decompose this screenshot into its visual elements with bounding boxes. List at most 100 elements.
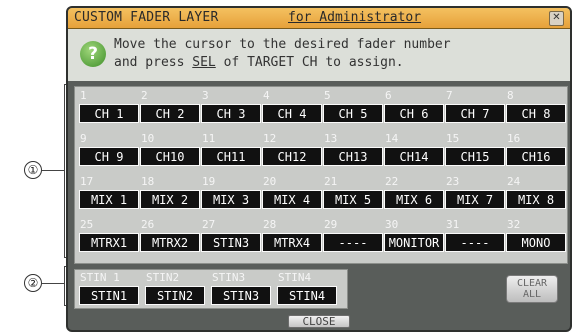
fader-number: 18 bbox=[141, 175, 155, 188]
fader-assign-button[interactable]: MIX 3 bbox=[201, 190, 261, 209]
fader-number: 1 bbox=[80, 89, 87, 102]
fader-number: STIN 1 bbox=[80, 271, 120, 284]
fader-cell: 12 CH12 bbox=[262, 132, 322, 176]
fader-assign-button[interactable]: MIX 5 bbox=[323, 190, 383, 209]
fader-cell: 5 CH 5 bbox=[323, 89, 383, 133]
title-bar: CUSTOM FADER LAYER for Administrator ✕ bbox=[68, 8, 570, 29]
fader-assign-button[interactable]: STIN4 bbox=[277, 286, 337, 305]
fader-cell: 10 CH10 bbox=[140, 132, 200, 176]
fader-assign-button[interactable]: ---- bbox=[323, 233, 383, 252]
fader-assign-button[interactable]: MIX 7 bbox=[445, 190, 505, 209]
question-icon: ? bbox=[80, 41, 106, 67]
help-text-line-2: and press SEL of TARGET CH to assign. bbox=[114, 55, 404, 70]
fader-number: STIN4 bbox=[278, 271, 312, 284]
fader-cell: 24 MIX 8 bbox=[506, 175, 566, 219]
fader-assign-button[interactable]: CH 6 bbox=[384, 104, 444, 123]
fader-assign-button[interactable]: CH12 bbox=[262, 147, 322, 166]
fader-assign-button[interactable]: CH 7 bbox=[445, 104, 505, 123]
fader-number: STIN2 bbox=[146, 271, 180, 284]
fader-assign-button[interactable]: MTRX4 bbox=[262, 233, 322, 252]
fader-cell: 2 CH 2 bbox=[140, 89, 200, 133]
fader-cell: 9 CH 9 bbox=[79, 132, 139, 176]
fader-number: 5 bbox=[324, 89, 331, 102]
fader-number: 26 bbox=[141, 218, 155, 231]
fader-cell: 31 ---- bbox=[445, 218, 505, 262]
fader-number: 3 bbox=[202, 89, 209, 102]
fader-number: 8 bbox=[507, 89, 514, 102]
fader-cell: STIN3 STIN3 bbox=[211, 271, 271, 315]
fader-assign-button[interactable]: CH14 bbox=[384, 147, 444, 166]
fader-number: 28 bbox=[263, 218, 277, 231]
fader-assign-button[interactable]: CH15 bbox=[445, 147, 505, 166]
help-message: ? Move the cursor to the desired fader n… bbox=[68, 29, 570, 81]
fader-assign-button[interactable]: CH 2 bbox=[140, 104, 200, 123]
callout-2: ② bbox=[24, 274, 42, 292]
fader-assign-button[interactable]: CH 5 bbox=[323, 104, 383, 123]
fader-cell: 23 MIX 7 bbox=[445, 175, 505, 219]
fader-number: 13 bbox=[324, 132, 338, 145]
window-subtitle: for Administrator bbox=[288, 10, 422, 25]
fader-number: 12 bbox=[263, 132, 277, 145]
fader-assign-button[interactable]: MIX 2 bbox=[140, 190, 200, 209]
fader-assign-button[interactable]: CH13 bbox=[323, 147, 383, 166]
fader-number: 21 bbox=[324, 175, 338, 188]
fader-number: 14 bbox=[385, 132, 399, 145]
fader-assign-button[interactable]: STIN3 bbox=[211, 286, 271, 305]
fader-cell: 28 MTRX4 bbox=[262, 218, 322, 262]
fader-cell: 6 CH 6 bbox=[384, 89, 444, 133]
fader-assign-button[interactable]: CH 8 bbox=[506, 104, 566, 123]
sel-key: SEL bbox=[192, 55, 216, 70]
close-button[interactable]: CLOSE bbox=[288, 315, 350, 328]
fader-assign-button[interactable]: STIN3 bbox=[201, 233, 261, 252]
fader-assign-button[interactable]: STIN1 bbox=[79, 286, 139, 305]
fader-assign-button[interactable]: MIX 4 bbox=[262, 190, 322, 209]
fader-assign-button[interactable]: CH 1 bbox=[79, 104, 139, 123]
fader-cell: 13 CH13 bbox=[323, 132, 383, 176]
fader-assign-button[interactable]: CH 3 bbox=[201, 104, 261, 123]
stin-panel: STIN 1 STIN1 STIN2 STIN2 STIN3 STIN3 STIN4 STIN… bbox=[74, 269, 348, 309]
fader-cell: 21 MIX 5 bbox=[323, 175, 383, 219]
fader-cell: 30 MONITOR bbox=[384, 218, 444, 262]
fader-number: 6 bbox=[385, 89, 392, 102]
fader-number: 30 bbox=[385, 218, 399, 231]
fader-assign-button[interactable]: MONO bbox=[506, 233, 566, 252]
fader-assign-button[interactable]: MTRX2 bbox=[140, 233, 200, 252]
fader-assign-button[interactable]: CH10 bbox=[140, 147, 200, 166]
fader-number: 29 bbox=[324, 218, 338, 231]
close-icon[interactable]: ✕ bbox=[549, 11, 564, 26]
fader-cell: 22 MIX 6 bbox=[384, 175, 444, 219]
fader-number: 27 bbox=[202, 218, 216, 231]
fader-cell: 8 CH 8 bbox=[506, 89, 566, 133]
fader-assign-button[interactable]: CH 9 bbox=[79, 147, 139, 166]
fader-assign-button[interactable]: CH 4 bbox=[262, 104, 322, 123]
fader-cell: 14 CH14 bbox=[384, 132, 444, 176]
fader-assign-button[interactable]: CH16 bbox=[506, 147, 566, 166]
fader-cell: 11 CH11 bbox=[201, 132, 261, 176]
fader-assign-button[interactable]: ---- bbox=[445, 233, 505, 252]
fader-cell: 29 ---- bbox=[323, 218, 383, 262]
fader-number: 7 bbox=[446, 89, 453, 102]
fader-assign-button[interactable]: MIX 1 bbox=[79, 190, 139, 209]
fader-number: 31 bbox=[446, 218, 460, 231]
help-text-line-1: Move the cursor to the desired fader num… bbox=[114, 37, 451, 52]
fader-grid: 1 CH 1 2 CH 2 3 CH 3 4 CH 4 5 CH 5 6 CH 6 7 CH 7 8 CH 8… bbox=[74, 86, 568, 264]
fader-assign-button[interactable]: MIX 6 bbox=[384, 190, 444, 209]
fader-number: 11 bbox=[202, 132, 216, 145]
window-title: CUSTOM FADER LAYER bbox=[74, 10, 219, 25]
fader-number: 32 bbox=[507, 218, 521, 231]
fader-number: STIN3 bbox=[212, 271, 246, 284]
fader-number: 17 bbox=[80, 175, 94, 188]
fader-cell: STIN4 STIN4 bbox=[277, 271, 337, 315]
fader-assign-button[interactable]: STIN2 bbox=[145, 286, 205, 305]
custom-fader-layer-window: CUSTOM FADER LAYER for Administrator ✕ ?… bbox=[66, 6, 572, 332]
fader-cell: 16 CH16 bbox=[506, 132, 566, 176]
fader-assign-button[interactable]: MONITOR bbox=[384, 233, 444, 252]
fader-assign-button[interactable]: CH11 bbox=[201, 147, 261, 166]
fader-cell: 32 MONO bbox=[506, 218, 566, 262]
fader-number: 23 bbox=[446, 175, 460, 188]
clear-all-button[interactable]: CLEAR ALL bbox=[506, 275, 558, 303]
fader-assign-button[interactable]: MIX 8 bbox=[506, 190, 566, 209]
fader-cell: 17 MIX 1 bbox=[79, 175, 139, 219]
fader-cell: 15 CH15 bbox=[445, 132, 505, 176]
fader-assign-button[interactable]: MTRX1 bbox=[79, 233, 139, 252]
